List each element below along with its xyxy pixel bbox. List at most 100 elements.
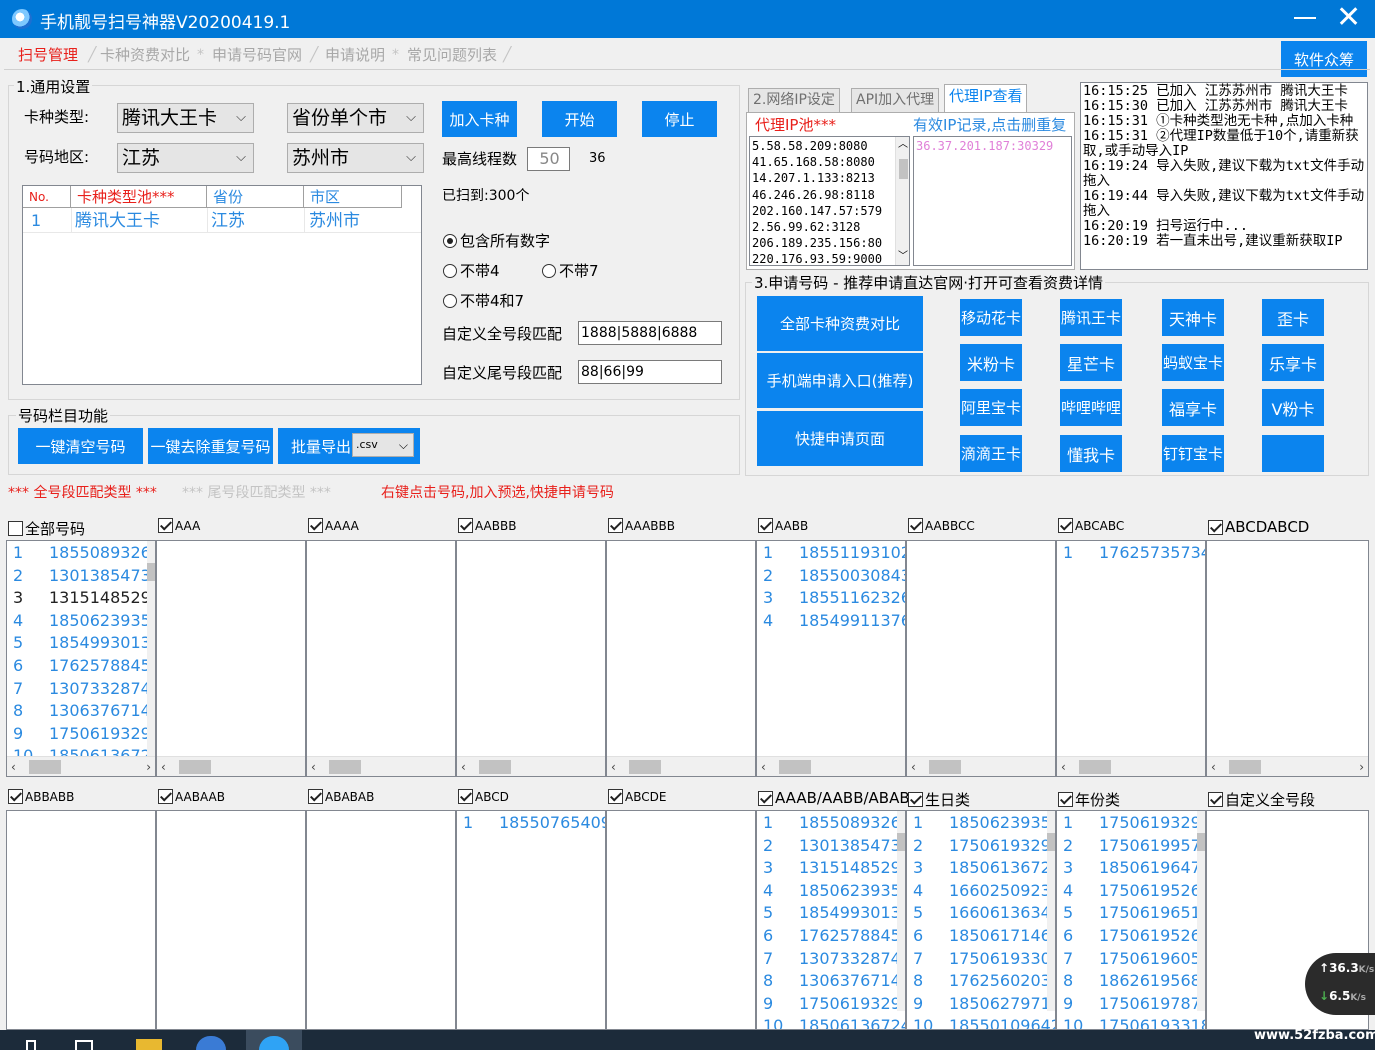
list-item[interactable]: 1 18550765409 [457, 812, 605, 835]
list-item[interactable]: 3 18506136724 [907, 857, 1055, 880]
checkbox-row2-0[interactable]: ABBABB [8, 789, 74, 804]
horizontal-scrollbar[interactable]: ‹ › [1207, 756, 1368, 776]
list-item[interactable]: 10 18550109642 [907, 1015, 1055, 1029]
card-pool-grid[interactable]: No. 卡种类型池*** 省份 市区 1 腾讯大王卡 江苏 苏州市 [22, 185, 422, 385]
list-item[interactable]: 1 17506193290 [1057, 812, 1205, 835]
proxy-ip-item[interactable]: 46.246.26.98:8118 [752, 187, 882, 203]
list-item[interactable]: 6 18506171469 [907, 925, 1055, 948]
vfen-card-button[interactable]: V粉卡 [1262, 389, 1324, 426]
list-item[interactable]: 4 18506239354 [7, 610, 155, 633]
horizontal-scrollbar[interactable]: ‹ [907, 756, 1055, 776]
proxy-ip-item[interactable]: 41.65.168.58:8080 [752, 154, 882, 170]
mobile-flower-card-button[interactable]: 移动花卡 [960, 299, 1022, 336]
checkbox-row2-7[interactable]: 年份类 [1058, 789, 1120, 810]
lexiang-card-button[interactable]: 乐享卡 [1262, 344, 1324, 381]
proxy-ip-item[interactable]: 220.176.93.59:9000 [752, 251, 882, 265]
list-item[interactable]: 8 13063767142 [7, 700, 155, 723]
valid-ip-list[interactable]: 36.37.201.187:30329 [913, 136, 1072, 266]
checkbox-row1-6[interactable]: AABBCC [908, 518, 975, 533]
list-item[interactable]: 1 17625735734 [1057, 542, 1205, 565]
valid-ip-item[interactable]: 36.37.201.187:30329 [916, 138, 1053, 154]
proxy-pool-list[interactable]: 5.58.58.209:8080 41.65.168.58:8080 14.207.… [749, 136, 910, 266]
vertical-scrollbar[interactable] [147, 541, 155, 758]
tianshen-card-button[interactable]: 天神卡 [1162, 299, 1224, 336]
list-item[interactable]: 9 17506197870 [1057, 993, 1205, 1016]
browser-icon[interactable] [196, 1036, 226, 1050]
custom-tail-input[interactable]: 88|66|99 [578, 360, 722, 384]
number-list-row2-0[interactable] [6, 810, 156, 1030]
checkbox-row2-3[interactable]: ABCD [458, 789, 509, 804]
horizontal-scrollbar[interactable]: ‹ [157, 756, 305, 776]
bilibili-card-button[interactable]: 哔哩哔哩 [1060, 389, 1122, 426]
horizontal-scrollbar[interactable]: ‹ [1057, 756, 1205, 776]
number-list-row2-5[interactable]: 1 18550893263 2 13013854735 3 13151485295 4 185… [756, 810, 906, 1030]
ali-bao-card-button[interactable]: 阿里宝卡 [960, 389, 1022, 426]
vertical-scrollbar[interactable] [1197, 811, 1205, 1011]
horizontal-scrollbar[interactable]: ‹ [307, 756, 455, 776]
tab-guide[interactable]: 申请说明 [325, 42, 385, 68]
list-item[interactable]: 7 17506196050 [1057, 948, 1205, 971]
list-item[interactable]: 8 18626195684 [1057, 970, 1205, 993]
search-icon[interactable] [26, 1040, 36, 1050]
tab-faq[interactable]: 常见问题列表 [407, 42, 497, 68]
checkbox-row1-7[interactable]: ABCABC [1058, 518, 1124, 533]
list-item[interactable]: 6 17625788457 [757, 925, 905, 948]
list-item[interactable]: 5 18549930136 [7, 632, 155, 655]
tab-official[interactable]: 申请号码官网 [212, 42, 302, 68]
list-item[interactable]: 8 17625602035 [907, 970, 1055, 993]
checkbox-row1-0[interactable]: 全部号码 [8, 518, 85, 539]
number-list-row1-5[interactable]: 1 18551193102 2 18550030843 3 18551162326 4 185… [756, 540, 906, 777]
wai-card-button[interactable]: 歪卡 [1262, 299, 1324, 336]
list-item[interactable]: 3 18551162326 [757, 587, 905, 610]
horizontal-scrollbar[interactable]: ‹ [457, 756, 605, 776]
list-item[interactable]: 2 13013854735 [757, 835, 905, 858]
add-card-button[interactable]: 加入卡种 [442, 101, 517, 137]
tencent-king-card-button[interactable]: 腾讯王卡 [1060, 299, 1122, 336]
mifen-card-button[interactable]: 米粉卡 [960, 344, 1022, 381]
list-item[interactable]: 5 18549930136 [757, 902, 905, 925]
proxy-ip-item[interactable]: 14.207.1.133:8213 [752, 170, 882, 186]
list-item[interactable]: 4 18549911376 [757, 610, 905, 633]
blank-card-button[interactable] [1262, 435, 1324, 472]
number-list-row2-1[interactable] [156, 810, 306, 1030]
valid-ip-label[interactable]: 有效IP记录,点击删重复 [913, 115, 1066, 135]
mobile-apply-button[interactable]: 手机端申请入口(推荐) [757, 353, 923, 408]
checkbox-row2-8[interactable]: 自定义全号段 [1208, 789, 1315, 810]
province-mode-select[interactable]: 省份单个市 ⌵ [287, 103, 424, 133]
province-select[interactable]: 江苏 ⌵ [117, 143, 254, 173]
list-item[interactable]: 7 17506193307 [907, 948, 1055, 971]
list-item[interactable]: 1 18551193102 [757, 542, 905, 565]
radio-no7[interactable]: 不带7 [542, 260, 599, 281]
proxy-ip-item[interactable]: 5.58.58.209:8080 [752, 138, 882, 154]
horizontal-scrollbar[interactable]: ‹ › [7, 756, 155, 776]
list-item[interactable]: 5 16606136340 [907, 902, 1055, 925]
threads-input[interactable]: 50 [527, 147, 570, 171]
folder-icon[interactable] [136, 1039, 162, 1050]
list-item[interactable]: 2 17506193290 [907, 835, 1055, 858]
ant-bao-card-button[interactable]: 蚂蚁宝卡 [1162, 344, 1224, 381]
checkbox-row1-8[interactable]: ABCDABCD [1208, 518, 1309, 536]
checkbox-row1-4[interactable]: AAABBB [608, 518, 675, 533]
dingding-bao-card-button[interactable]: 钉钉宝卡 [1162, 435, 1224, 472]
vertical-scrollbar[interactable] [1047, 811, 1055, 1011]
list-item[interactable]: 3 13151485295 [757, 857, 905, 880]
crowdfund-button[interactable]: 软件众筹 [1281, 41, 1367, 77]
list-item[interactable]: 1018506136724 [757, 1015, 905, 1029]
checkbox-row2-6[interactable]: 生日类 [908, 789, 970, 810]
number-list-row1-4[interactable]: ‹ [606, 540, 756, 777]
checkbox-row2-5[interactable]: AAAB/AABB/ABAB [758, 789, 910, 807]
number-list-row2-7[interactable]: 1 17506193290 2 17506199570 3 18506196471 4 175… [1056, 810, 1206, 1030]
number-list-row2-2[interactable] [306, 810, 456, 1030]
didi-king-card-button[interactable]: 滴滴王卡 [960, 435, 1022, 472]
tab-api-proxy[interactable]: API加入代理 [851, 88, 940, 112]
number-list-row1-2[interactable]: ‹ [306, 540, 456, 777]
list-item[interactable]: 9 17506193290 [757, 993, 905, 1016]
tab-proxy-view[interactable]: 代理IP查看 [944, 84, 1028, 112]
number-list-row1-0[interactable]: 1 18550893263 2 13013854735 3 13151485295 4 185… [6, 540, 156, 777]
number-list-row1-6[interactable]: ‹ [906, 540, 1056, 777]
proxy-ip-item[interactable]: 202.160.147.57:579 [752, 203, 882, 219]
list-item[interactable]: 1 18506239354 [907, 812, 1055, 835]
dedupe-button[interactable]: 一键去除重复号码 [148, 428, 273, 464]
stop-button[interactable]: 停止 [642, 101, 717, 137]
tab-full-match[interactable]: *** 全号段匹配类型 *** [8, 483, 157, 503]
